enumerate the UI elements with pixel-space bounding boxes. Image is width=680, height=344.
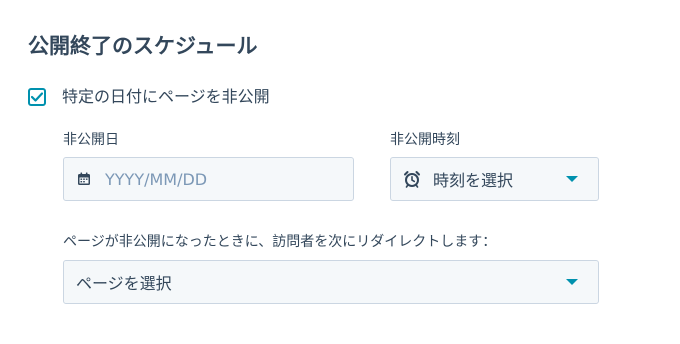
chevron-down-icon	[566, 279, 578, 285]
time-field-label: 非公開時刻	[390, 132, 460, 148]
unpublish-checkbox-row[interactable]: 特定の日付にページを非公開	[28, 86, 270, 108]
time-select[interactable]: 時刻を選択	[390, 157, 599, 201]
redirect-field-label: ページが非公開になったときに、訪問者を次にリダイレクトします：	[63, 234, 497, 250]
redirect-page-select[interactable]: ページを選択	[63, 260, 599, 304]
redirect-page-select-value: ページを選択	[76, 274, 172, 293]
section-title: 公開終了のスケジュール	[28, 34, 258, 58]
calendar-icon	[77, 172, 91, 186]
date-field-label: 非公開日	[63, 132, 119, 148]
date-input-placeholder: YYYY/MM/DD	[105, 169, 208, 189]
chevron-down-icon	[566, 176, 578, 182]
alarm-clock-icon	[403, 170, 421, 188]
date-input[interactable]: YYYY/MM/DD	[63, 157, 354, 201]
time-select-value: 時刻を選択	[433, 171, 514, 190]
unpublish-checkbox[interactable]	[28, 88, 46, 106]
checkmark-icon	[31, 92, 43, 102]
unpublish-checkbox-label[interactable]: 特定の日付にページを非公開	[62, 86, 270, 108]
